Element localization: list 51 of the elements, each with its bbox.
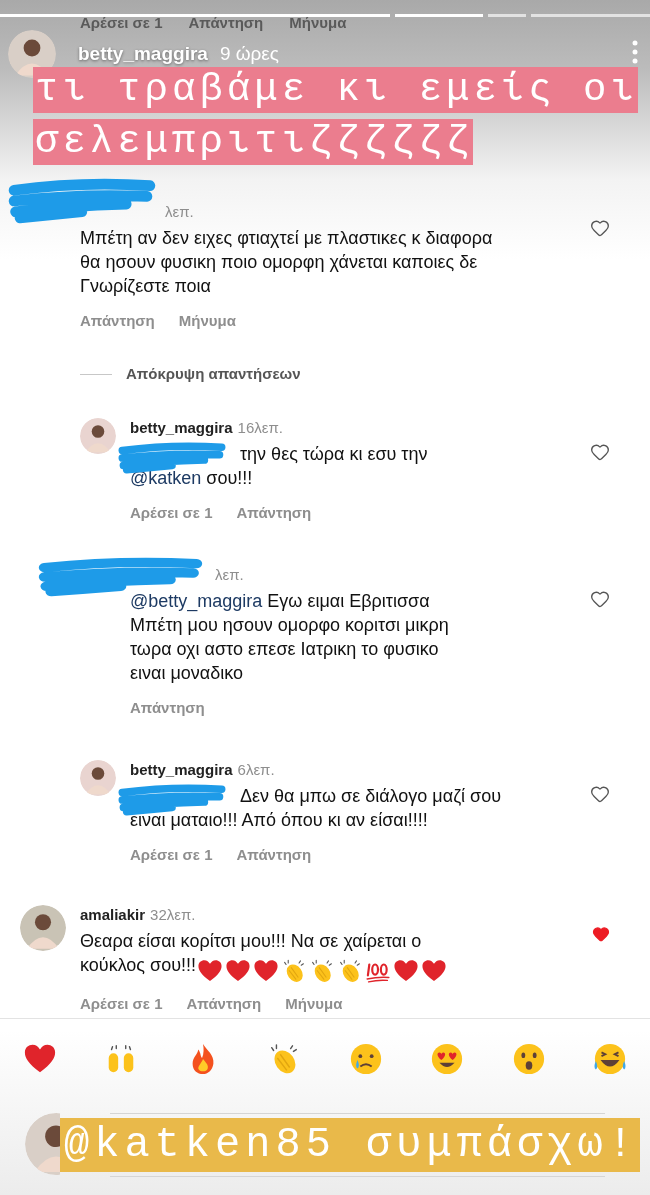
comment-action[interactable]: Απάντηση: [186, 994, 262, 1015]
comment-action[interactable]: Απάντηση: [236, 503, 312, 523]
reply-sticker: @katken85 συμπάσχω!: [60, 1118, 640, 1173]
comment-action[interactable]: Απάντηση: [130, 698, 205, 718]
comment-action[interactable]: Αρέσει σε 1: [130, 503, 213, 523]
username[interactable]: betty_maggira: [130, 760, 233, 780]
comment-action[interactable]: Μήνυμα: [178, 311, 236, 331]
comment-time: λεπ.: [215, 565, 244, 585]
clapping-hands-icon: [337, 958, 363, 985]
like-icon[interactable]: [592, 925, 610, 943]
comment-text: την θες τώρα κι εσυ την: [240, 443, 428, 466]
avatar[interactable]: [80, 418, 116, 454]
crying-face-icon: [348, 1042, 383, 1077]
caption-sticker: τι τραβάμε κι εμείς οι: [33, 67, 638, 113]
story-username[interactable]: betty_maggira: [78, 44, 208, 64]
comment-time: 6λεπ.: [237, 760, 275, 780]
surprised-face-icon: [511, 1042, 546, 1077]
comment-text: Δεν θα μπω σε διάλογο μαζί σου: [240, 785, 502, 808]
heart-eyes-face-icon: [430, 1042, 465, 1077]
mention-link[interactable]: @betty_maggira: [130, 591, 263, 611]
comment-text: Μπέτη αν δεν ειχες φτιαχτεί με πλαστικες κ διαφορα θα ησουν φυσικη ποιο ομορφη χάνεται καποιες δε Γνωρίζεστε ποια: [80, 227, 494, 298]
mention-link[interactable]: @katken: [130, 468, 202, 488]
comment-time: 32λεπ.: [150, 905, 196, 925]
hide-replies-link[interactable]: Απόκρυψη απαντήσεων: [126, 364, 301, 384]
comment-text: Θεαρα είσαι κορίτσι μου!!! Να σε χαίρεται ο κούκλος σου!!!: [80, 929, 480, 985]
comment-action[interactable]: Απάντηση: [80, 311, 155, 331]
comment-text: ειναι ματαιο!!! Από όπου κι αν είσαι!!!!: [130, 809, 429, 832]
caption-sticker: σελεμπριτιζζζζζζ: [33, 119, 474, 165]
like-icon[interactable]: [590, 218, 610, 238]
laughing-face-icon: [592, 1042, 627, 1077]
comment-text: @katken σου!!!: [130, 467, 254, 490]
story-time: 9 ώρες: [219, 44, 279, 64]
clapping-hands-icon: [281, 958, 307, 985]
comment-text: @betty_maggira Εγω ειμαι Εβριτισσα Μπέτη μου ησουν ομορφο κοριτσι μικρη τωρα οχι αστο επεσε Ιατρικη το φυσικο ειναι μοναδικο: [130, 590, 450, 685]
comment-action: Αρέσει σε 1: [80, 13, 163, 33]
like-icon[interactable]: [590, 442, 610, 462]
comment-time: λεπ.: [165, 202, 194, 222]
username[interactable]: betty_maggira: [130, 418, 233, 438]
avatar[interactable]: [20, 905, 66, 951]
clapping-hands-icon: [309, 958, 335, 985]
comment-action: Απάντηση: [188, 13, 264, 33]
username[interactable]: amaliakir: [80, 905, 146, 925]
comment-action[interactable]: Μήνυμα: [285, 994, 343, 1015]
comment-action[interactable]: Αρέσει σε 1: [80, 994, 163, 1015]
like-icon[interactable]: [590, 589, 610, 609]
like-icon[interactable]: [590, 784, 610, 804]
avatar[interactable]: [80, 760, 116, 796]
comment-time: 16λεπ.: [237, 418, 283, 438]
comment-action[interactable]: Απάντηση: [236, 845, 312, 865]
comment-action: Μήνυμα: [289, 13, 347, 33]
comment-action[interactable]: Αρέσει σε 1: [130, 845, 213, 865]
